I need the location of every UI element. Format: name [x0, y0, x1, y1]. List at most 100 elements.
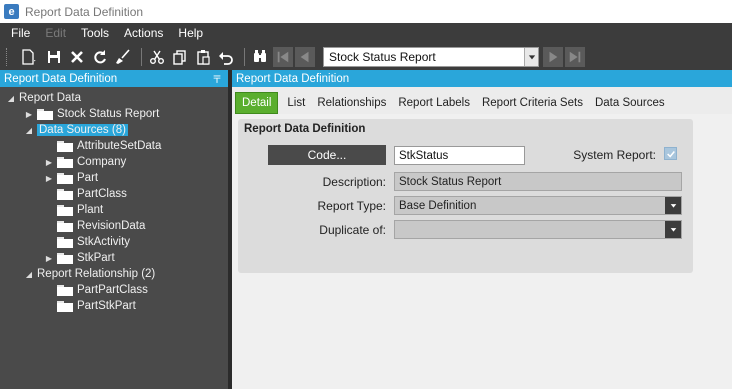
expander-icon[interactable]: ▶ — [44, 253, 54, 263]
tree-node-label: Data Sources (8) — [37, 124, 128, 136]
tree-node-label: Company — [77, 156, 127, 168]
tree-node[interactable]: ▶ Company — [44, 154, 126, 170]
tree-node[interactable]: ◢ Data Sources (8) — [24, 122, 128, 138]
expander-icon[interactable]: ◢ — [24, 125, 34, 135]
expander-icon[interactable]: ▶ — [44, 173, 54, 183]
tree-node[interactable]: PartPartClass — [44, 282, 148, 298]
folder-icon — [57, 204, 73, 216]
duplicate-of-label: Duplicate of: — [319, 223, 386, 237]
first-record-icon[interactable] — [273, 46, 293, 67]
tree-node-label: Stock Status Report — [57, 108, 160, 120]
previous-record-icon[interactable] — [295, 46, 315, 67]
detail-panel: Report Data Definition Detail List Relat… — [232, 70, 732, 389]
refresh-icon[interactable] — [90, 47, 110, 67]
tree-node-label: RevisionData — [77, 220, 146, 232]
clear-icon[interactable] — [113, 47, 133, 67]
toolbar-separator — [141, 47, 142, 66]
toolbar-separator — [244, 47, 245, 66]
tree-node-label: Report Data — [19, 92, 82, 104]
tab-list[interactable]: List — [281, 92, 311, 114]
cut-icon[interactable] — [147, 47, 167, 67]
tree-node-label: StkActivity — [77, 236, 131, 248]
duplicate-of-select[interactable] — [394, 220, 682, 239]
detail-panel-header: Report Data Definition — [232, 70, 732, 87]
report-data-definition-group: Report Data Definition Code... StkStatus… — [238, 119, 693, 273]
tree-node[interactable]: ▶ StkPart — [44, 250, 115, 266]
tab-relationships[interactable]: Relationships — [311, 92, 392, 114]
group-title: Report Data Definition — [244, 123, 366, 135]
description-field: Stock Status Report — [394, 172, 682, 191]
report-type-label: Report Type: — [317, 199, 386, 213]
tree-node-label: PartPartClass — [77, 284, 148, 296]
description-label: Description: — [322, 175, 386, 189]
toolbar-grip[interactable] — [6, 47, 9, 66]
tree-node[interactable]: StkActivity — [44, 234, 130, 250]
folder-icon — [37, 108, 53, 120]
tab-report-criteria-sets[interactable]: Report Criteria Sets — [476, 92, 589, 114]
menu-bar: File Edit Tools Actions Help — [0, 23, 732, 43]
tab-strip: Detail List Relationships Report Labels … — [232, 87, 732, 114]
tree-panel: Report Data Definition 〒 ◢ Report Data ▶ St… — [0, 70, 228, 389]
search-icon[interactable] — [250, 47, 270, 67]
folder-icon — [57, 284, 73, 296]
folder-icon — [57, 156, 73, 168]
menu-help[interactable]: Help — [175, 26, 206, 40]
tree-node-label: StkPart — [77, 252, 115, 264]
copy-icon[interactable] — [170, 47, 190, 67]
tab-detail[interactable]: Detail — [235, 92, 279, 114]
next-record-icon[interactable] — [543, 46, 563, 67]
tree-node[interactable]: AttributeSetData — [44, 138, 161, 154]
menu-edit: Edit — [45, 26, 67, 40]
folder-icon — [57, 140, 73, 152]
record-selector[interactable]: Stock Status Report — [323, 46, 539, 67]
chevron-down-icon[interactable] — [665, 221, 681, 238]
paste-icon[interactable] — [193, 47, 213, 67]
window-title: Report Data Definition — [25, 4, 144, 19]
menu-actions[interactable]: Actions — [121, 26, 166, 40]
folder-icon — [57, 172, 73, 184]
tree-node[interactable]: PartStkPart — [44, 298, 136, 314]
last-record-icon[interactable] — [565, 46, 585, 67]
expander-icon[interactable]: ◢ — [6, 93, 16, 103]
delete-icon[interactable] — [67, 47, 87, 67]
chevron-down-icon[interactable] — [524, 47, 538, 66]
tree-panel-header: Report Data Definition 〒 — [0, 70, 228, 87]
tree-node[interactable]: ◢ Report Relationship (2) — [24, 266, 155, 282]
menu-file[interactable]: File — [8, 26, 33, 40]
report-type-select[interactable]: Base Definition — [394, 196, 682, 215]
system-report-checkbox[interactable] — [664, 147, 677, 160]
pin-icon[interactable]: 〒 — [212, 71, 222, 86]
folder-icon — [57, 252, 73, 264]
expander-icon[interactable]: ▶ — [24, 109, 34, 119]
folder-icon — [57, 220, 73, 232]
expander-icon[interactable]: ▶ — [44, 157, 54, 167]
tree-node[interactable]: Plant — [44, 202, 103, 218]
folder-icon — [57, 188, 73, 200]
code-button[interactable]: Code... — [268, 145, 386, 165]
expander-icon[interactable]: ◢ — [24, 269, 34, 279]
tree-node[interactable]: RevisionData — [44, 218, 145, 234]
app-logo-icon: e — [4, 4, 19, 19]
tree-node[interactable]: ◢ Report Data — [6, 90, 81, 106]
save-icon[interactable] — [44, 47, 64, 67]
code-field[interactable]: StkStatus — [394, 146, 525, 165]
undo-icon[interactable] — [216, 47, 236, 67]
tree-node[interactable]: ▶ Stock Status Report — [24, 106, 159, 122]
chevron-down-icon[interactable] — [665, 197, 681, 214]
folder-icon — [57, 236, 73, 248]
title-bar: e Report Data Definition — [0, 0, 732, 23]
tree-node[interactable]: ▶ Part — [44, 170, 98, 186]
tab-data-sources[interactable]: Data Sources — [589, 92, 671, 114]
tree-panel-title: Report Data Definition — [4, 72, 118, 85]
tree-node[interactable]: PartClass — [44, 186, 127, 202]
menu-tools[interactable]: Tools — [78, 26, 112, 40]
new-icon[interactable] — [15, 47, 41, 67]
tab-report-labels[interactable]: Report Labels — [392, 92, 476, 114]
